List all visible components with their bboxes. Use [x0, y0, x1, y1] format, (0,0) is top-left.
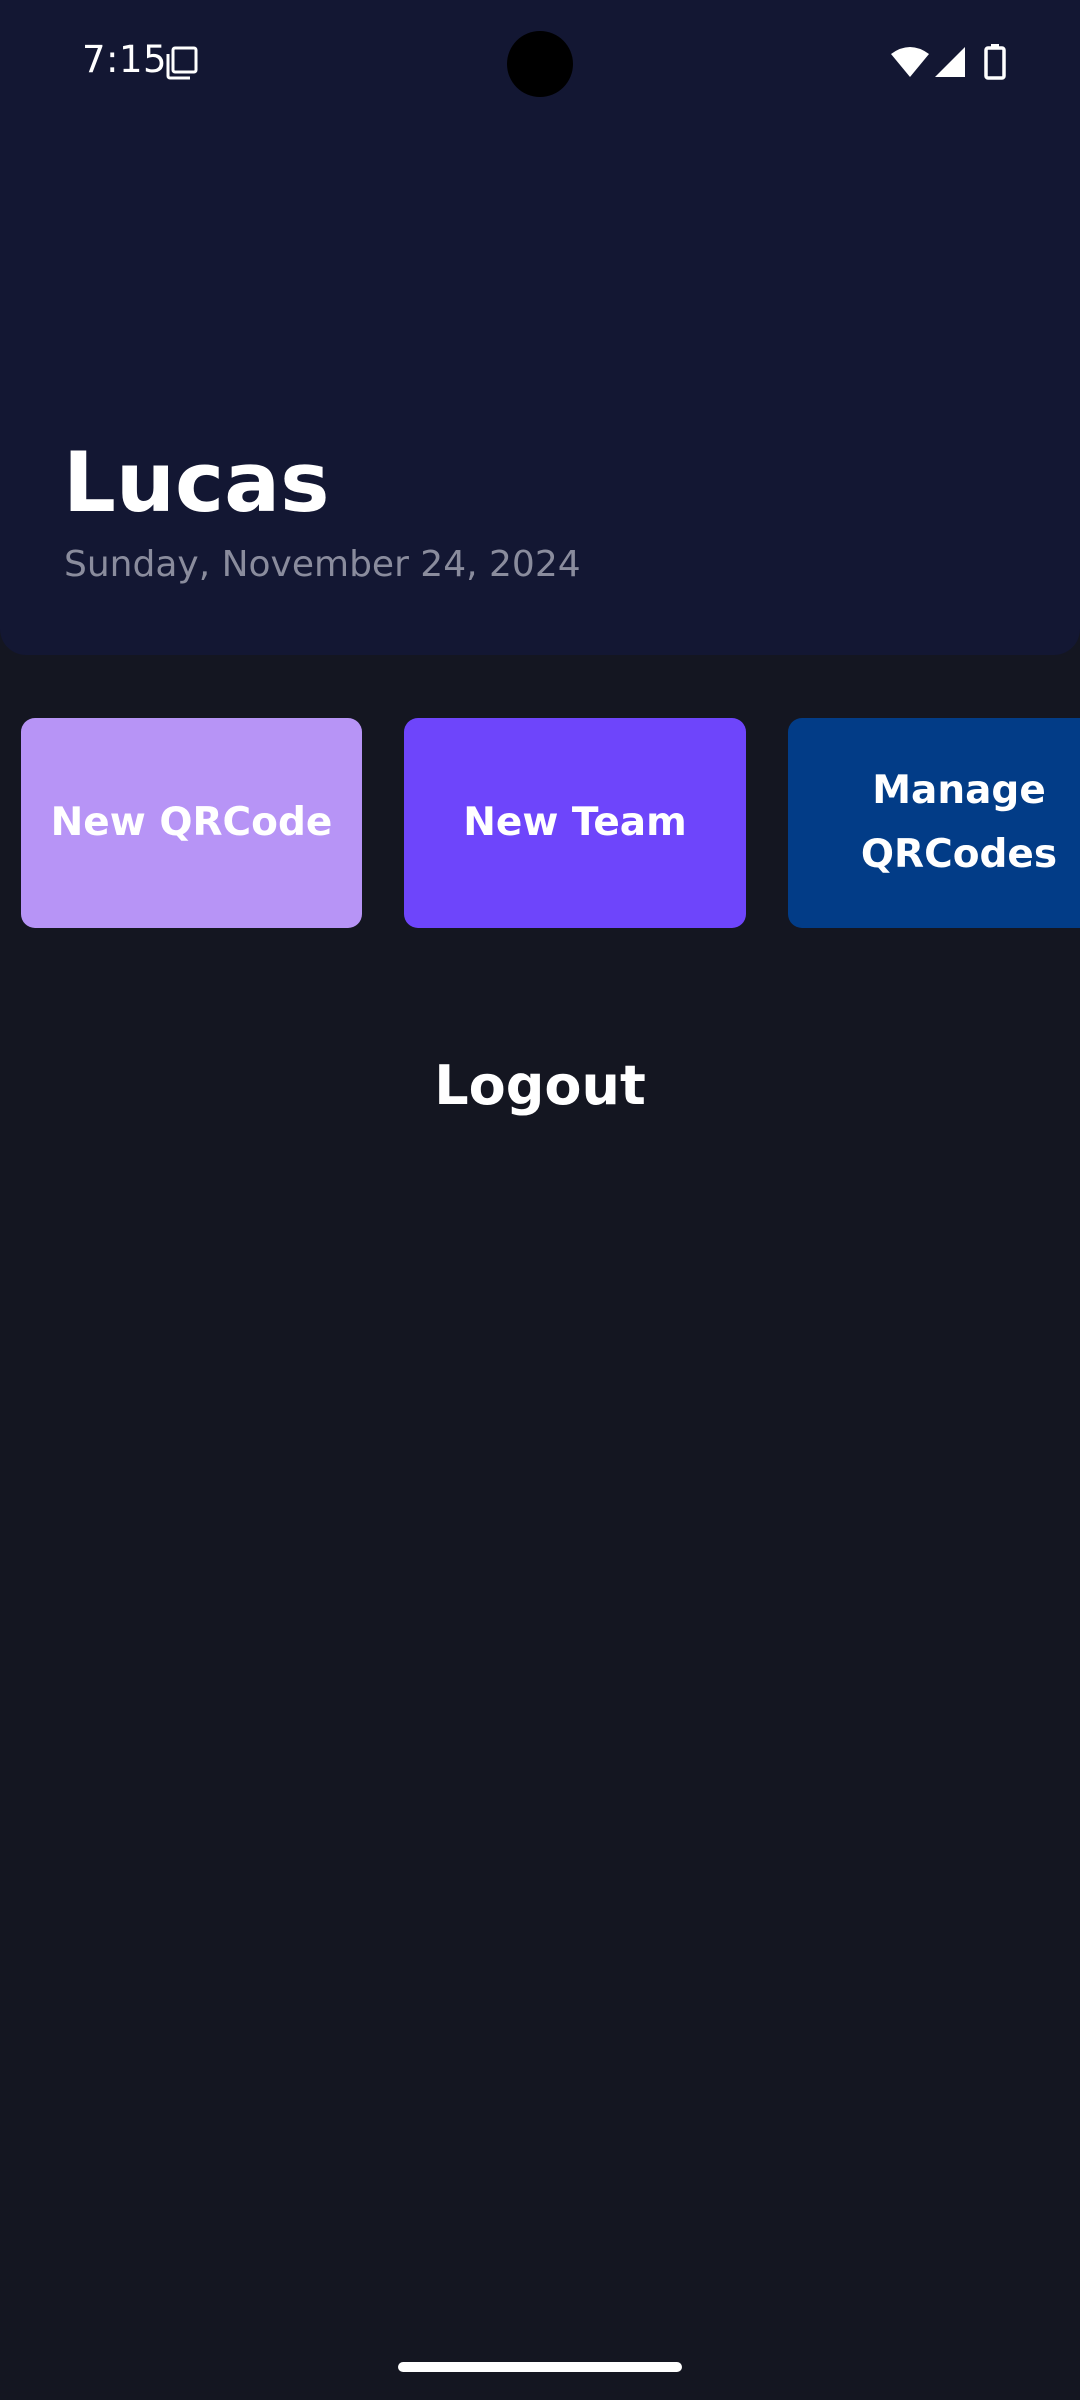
manage-qrcodes-button[interactable]: Manage QRCodes: [788, 718, 1080, 928]
battery-icon: [984, 44, 1006, 80]
manage-qrcodes-label: Manage QRCodes: [860, 768, 1058, 877]
signal-icon: [935, 47, 965, 77]
new-team-button[interactable]: New Team: [404, 718, 746, 928]
new-qrcode-label: New QRCode: [50, 800, 333, 845]
new-team-label: New Team: [463, 800, 687, 845]
user-name: Lucas: [63, 434, 330, 531]
notification-icon: [166, 46, 198, 80]
new-qrcode-button[interactable]: New QRCode: [21, 718, 362, 928]
status-bar: 7:15: [0, 0, 1080, 130]
logout-button[interactable]: Logout: [340, 1040, 740, 1130]
current-date: Sunday, November 24, 2024: [64, 544, 581, 585]
logout-label: Logout: [434, 1053, 646, 1117]
wifi-icon: [891, 47, 929, 77]
home-indicator[interactable]: [398, 2362, 682, 2372]
camera-cutout: [507, 31, 573, 97]
header-panel: 7:15 Lucas Sunday, November 24, 2024: [0, 0, 1080, 655]
action-cards-row[interactable]: New QRCode New Team Manage QRCodes: [0, 718, 1080, 928]
status-time: 7:15: [82, 38, 168, 81]
